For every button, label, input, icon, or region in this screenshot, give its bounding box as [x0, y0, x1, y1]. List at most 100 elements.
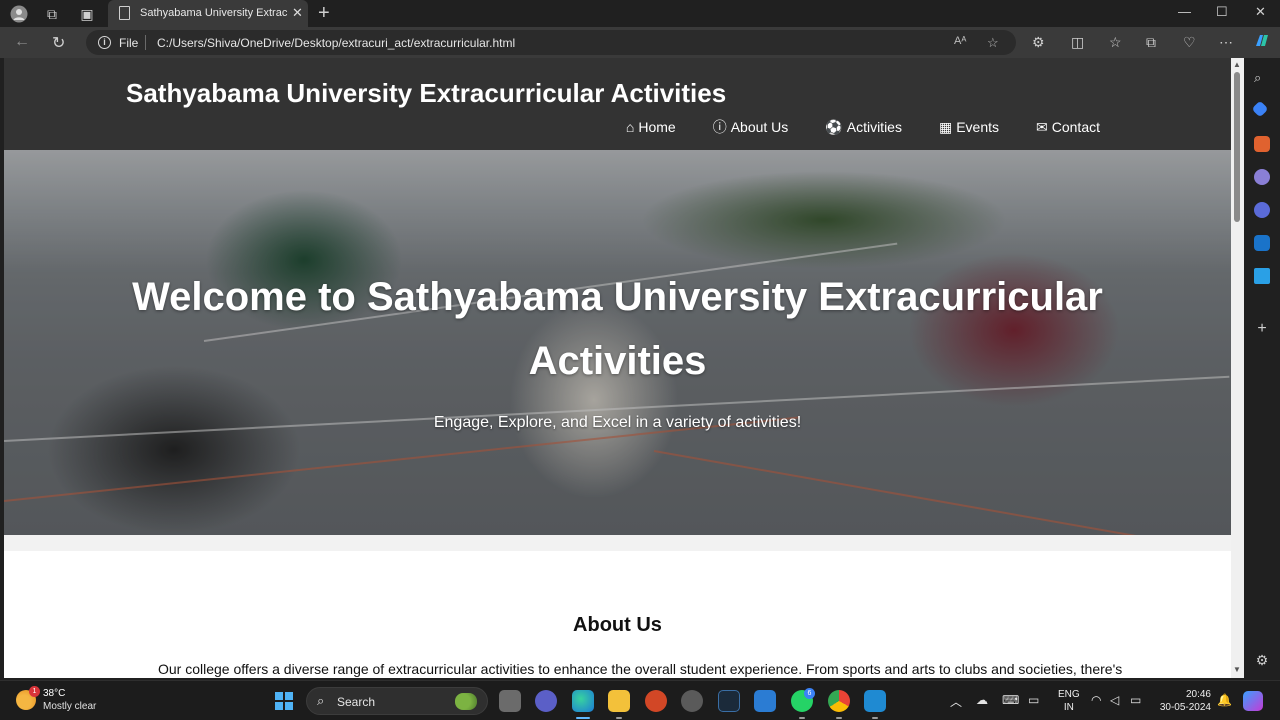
settings-icon[interactable]	[681, 690, 703, 712]
vscode-running-indicator	[872, 717, 878, 719]
copilot-icon[interactable]	[1253, 32, 1271, 53]
more-menu-icon[interactable]: ⋯	[1219, 34, 1233, 51]
split-screen-icon[interactable]: ◫	[1071, 34, 1084, 51]
language-indicator[interactable]: ENG IN	[1058, 688, 1080, 714]
favorites-icon[interactable]: ☆	[1109, 34, 1122, 51]
lang-region: IN	[1063, 702, 1074, 713]
info-icon: ⓘ	[712, 119, 727, 135]
nav-about-label: About Us	[730, 119, 789, 135]
nav-events[interactable]: ▦ Events	[939, 117, 999, 137]
site-info-icon[interactable]: i	[98, 36, 111, 49]
hero-banner: Welcome to Sathyabama University Extracu…	[4, 150, 1231, 535]
edge-sidebar: ⌕ + ⚙	[1244, 58, 1280, 680]
settings-gear-icon[interactable]: ⚙	[1254, 652, 1270, 668]
terminal-icon[interactable]	[718, 690, 740, 712]
extensions-icon[interactable]: ⚙	[1032, 34, 1045, 51]
copilot-sidebar-icon[interactable]	[1254, 202, 1270, 218]
whatsapp-running-indicator	[799, 717, 805, 719]
soccer-ball-icon: ⚽	[825, 118, 843, 135]
taskbar-search[interactable]: ⌕ Search	[306, 687, 488, 715]
tab-title: Sathyabama University Extracurric	[140, 7, 288, 19]
divider	[145, 35, 146, 50]
url-text[interactable]: C:/Users/Shiva/OneDrive/Desktop/extracur…	[157, 36, 515, 50]
collections-icon[interactable]: ⧉	[1146, 34, 1156, 51]
address-bar-row: ← ↻ i File C:/Users/Shiva/OneDrive/Deskt…	[0, 27, 1280, 58]
file-explorer-icon[interactable]	[608, 690, 630, 712]
page-scrollbar[interactable]: ▲ ▼	[1231, 58, 1244, 678]
search-icon: ⌕	[317, 693, 325, 708]
search-label: Search	[337, 695, 376, 709]
search-highlight-icon	[455, 693, 477, 710]
tab-actions-icon[interactable]: ▣	[78, 5, 96, 23]
powerpoint-icon[interactable]	[645, 690, 667, 712]
nav-activities[interactable]: ⚽ Activities	[825, 117, 902, 137]
hero-title: Welcome to Sathyabama University Extracu…	[132, 275, 1103, 383]
about-paragraph: Our college offers a diverse range of ex…	[158, 661, 1123, 677]
notification-bell-icon[interactable]: 🔔	[1217, 693, 1232, 707]
weather-condition: Mostly clear	[43, 701, 97, 712]
add-icon[interactable]: +	[1254, 320, 1270, 337]
wifi-icon[interactable]: ◠	[1091, 693, 1101, 707]
home-icon: ⌂	[625, 119, 635, 135]
nav-events-label: Events	[956, 119, 1000, 135]
close-tab-icon[interactable]: ✕	[292, 5, 303, 21]
nav-contact[interactable]: ✉ Contact	[1036, 117, 1100, 137]
edge-icon[interactable]	[572, 690, 594, 712]
nav-home[interactable]: ⌂ Home	[626, 117, 676, 137]
onedrive-icon[interactable]: ☁	[976, 693, 988, 707]
workspaces-icon[interactable]: ⧉	[43, 5, 61, 23]
about-heading: About Us	[573, 614, 662, 636]
lang-code: ENG	[1058, 689, 1080, 700]
shopping-tag-icon[interactable]	[1251, 100, 1269, 118]
new-tab-button[interactable]: +	[318, 2, 330, 25]
show-hidden-icons-chevron-icon[interactable]: ︿	[950, 693, 962, 710]
close-window-button[interactable]: ✕	[1255, 4, 1266, 20]
back-arrow-icon[interactable]: ←	[14, 33, 30, 51]
explorer-running-indicator	[616, 717, 622, 719]
keyboard-icon[interactable]: ⌨	[1002, 693, 1019, 707]
games-icon[interactable]	[1254, 169, 1270, 185]
task-view-icon[interactable]	[499, 690, 521, 712]
send-icon[interactable]	[1254, 268, 1270, 284]
favorite-star-icon[interactable]: ☆	[987, 35, 999, 51]
calendar-icon: ▦	[938, 118, 953, 135]
maximize-button[interactable]: ☐	[1216, 4, 1228, 20]
battery-icon[interactable]: ▭	[1130, 693, 1141, 707]
outlook-icon[interactable]	[1254, 235, 1270, 251]
active-tab[interactable]: Sathyabama University Extracurric ✕	[108, 0, 308, 27]
system-clock[interactable]: 20:46 30-05-2024	[1157, 688, 1211, 714]
address-bar[interactable]: i File C:/Users/Shiva/OneDrive/Desktop/e…	[86, 30, 1016, 55]
read-aloud-icon[interactable]: Aᴬ	[954, 35, 966, 47]
file-label: File	[119, 36, 139, 50]
main-nav: ⌂ Home ⓘ About Us ⚽ Activities ▦ Events …	[626, 117, 1100, 137]
nav-home-label: Home	[638, 119, 676, 135]
tools-icon[interactable]	[1254, 136, 1270, 152]
scroll-thumb[interactable]	[1234, 72, 1240, 222]
site-header: Sathyabama University Extracurricular Ac…	[4, 58, 1231, 150]
windows-start-icon[interactable]	[275, 692, 293, 710]
teams-icon[interactable]	[535, 690, 557, 712]
scroll-up-arrow-icon[interactable]: ▲	[1233, 60, 1241, 69]
chrome-icon[interactable]	[828, 690, 850, 712]
copilot-taskbar-icon[interactable]	[1243, 691, 1263, 711]
display-icon[interactable]: ▭	[1028, 693, 1039, 707]
nav-about-us[interactable]: ⓘ About Us	[713, 117, 789, 137]
envelope-icon: ✉	[1036, 118, 1048, 135]
page-viewport: Sathyabama University Extracurricular Ac…	[4, 58, 1231, 678]
hero-subtitle: Engage, Explore, and Excel in a variety …	[433, 414, 802, 431]
clock-date: 30-05-2024	[1159, 702, 1211, 713]
vscode-icon[interactable]	[864, 690, 886, 712]
browser-essentials-icon[interactable]: ♡	[1183, 34, 1196, 51]
search-icon[interactable]: ⌕	[1254, 70, 1270, 86]
whatsapp-badge: 6	[804, 688, 815, 699]
refresh-icon[interactable]: ↻	[52, 33, 65, 53]
profile-icon[interactable]	[10, 5, 28, 23]
minimize-button[interactable]: —	[1178, 4, 1191, 19]
nav-contact-label: Contact	[1051, 119, 1100, 135]
volume-icon[interactable]: ◁	[1110, 693, 1119, 707]
temperature: 38°C	[43, 688, 66, 699]
clock-time: 20:46	[1185, 689, 1211, 700]
scroll-down-arrow-icon[interactable]: ▼	[1233, 665, 1241, 674]
windows-taskbar: 1 38°C Mostly clear ⌕ Search 6 ︿ ☁ ⌨ ▭ E…	[0, 680, 1280, 720]
photos-icon[interactable]	[754, 690, 776, 712]
